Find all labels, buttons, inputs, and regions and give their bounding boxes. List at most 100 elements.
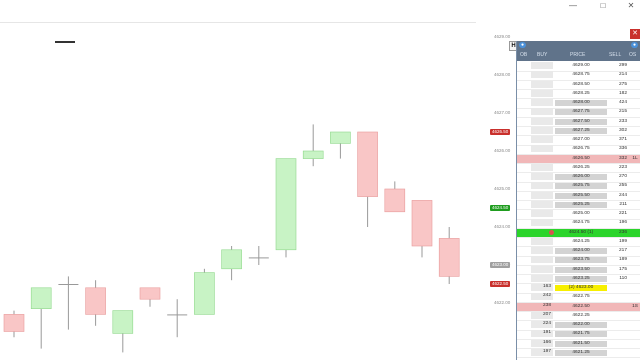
ladder-row[interactable]: 4623.25 110 bbox=[517, 274, 640, 285]
sell-cell[interactable]: 255 bbox=[607, 183, 627, 189]
candle[interactable] bbox=[30, 287, 52, 349]
candle[interactable] bbox=[3, 310, 25, 338]
ladder-row[interactable]: 238 4622.50 1S bbox=[517, 302, 640, 313]
buy-cell[interactable] bbox=[531, 191, 553, 199]
sell-cell[interactable]: 223 bbox=[607, 165, 627, 171]
buy-cell[interactable] bbox=[531, 136, 553, 143]
buy-cell[interactable] bbox=[531, 155, 553, 162]
price-axis[interactable]: 4629.00 4628.00 4627.00 4626.00 4625.00 4624.… bbox=[490, 30, 516, 360]
sell-cell[interactable]: 221 bbox=[607, 211, 627, 217]
buy-cell[interactable] bbox=[531, 247, 553, 254]
buy-cell[interactable] bbox=[531, 108, 553, 116]
buy-cell[interactable]: 238 bbox=[531, 303, 553, 310]
ladder-row[interactable]: 4629.00 299 bbox=[517, 62, 640, 72]
candle[interactable] bbox=[384, 181, 406, 213]
candle[interactable] bbox=[330, 131, 351, 159]
ladder-row[interactable]: 4624.75 196 bbox=[517, 219, 640, 229]
buy-cell[interactable] bbox=[531, 173, 553, 180]
buy-cell[interactable]: 191 bbox=[531, 330, 553, 338]
ladder-row[interactable]: 4626.00 270 bbox=[517, 173, 640, 183]
sell-cell[interactable]: 196 bbox=[607, 220, 627, 226]
ladder-row[interactable]: 4628.50 275 bbox=[517, 80, 640, 91]
candlestick-chart[interactable] bbox=[0, 30, 490, 360]
ladder-row[interactable]: 224 4622.00 bbox=[517, 321, 640, 331]
ladder-row[interactable]: 4623.50 175 bbox=[517, 265, 640, 276]
buy-cell[interactable] bbox=[531, 80, 553, 88]
sell-cell[interactable]: 175 bbox=[607, 267, 627, 273]
ladder-row[interactable]: 166 4621.50 bbox=[517, 339, 640, 350]
buy-cell[interactable] bbox=[531, 71, 553, 79]
buy-cell[interactable]: 242 bbox=[531, 293, 553, 301]
buy-cell[interactable] bbox=[531, 265, 553, 273]
ladder-row[interactable]: 4624.50 (1) 236 bbox=[517, 228, 640, 239]
sell-cell[interactable]: 189 bbox=[607, 257, 627, 263]
candle[interactable] bbox=[248, 246, 269, 265]
candle[interactable] bbox=[58, 276, 79, 330]
sell-cell[interactable]: 332 bbox=[607, 156, 627, 162]
buy-cell[interactable] bbox=[531, 117, 553, 125]
buy-cell[interactable] bbox=[531, 237, 553, 245]
candle[interactable] bbox=[85, 280, 106, 326]
sell-cell[interactable]: 275 bbox=[607, 82, 627, 88]
sell-cell[interactable]: 214 bbox=[607, 72, 627, 78]
buy-cell[interactable]: 163 bbox=[531, 284, 553, 291]
price-ladder[interactable]: ● ● OB BUY PRICE SELL OS 4629.00 299 4628.… bbox=[516, 41, 640, 360]
sell-cell[interactable]: 182 bbox=[607, 91, 627, 97]
ladder-row[interactable]: 4628.75 214 bbox=[517, 71, 640, 81]
ladder-row[interactable]: 207 4622.25 bbox=[517, 311, 640, 322]
candle[interactable] bbox=[302, 124, 324, 167]
ladder-row[interactable]: 4626.50 332 1L bbox=[517, 154, 640, 165]
buy-cell[interactable] bbox=[531, 182, 553, 190]
sell-cell[interactable]: 233 bbox=[607, 119, 627, 125]
close-window-button[interactable]: ✕ bbox=[624, 1, 638, 11]
candle[interactable] bbox=[275, 158, 297, 258]
candle[interactable] bbox=[357, 131, 378, 227]
ladder-row[interactable]: 4624.25 199 bbox=[517, 237, 640, 248]
buy-cell[interactable] bbox=[531, 210, 553, 217]
buy-cell[interactable] bbox=[531, 126, 553, 134]
buy-cell[interactable] bbox=[531, 274, 553, 282]
sell-cell[interactable]: 336 bbox=[607, 146, 627, 152]
buy-cell[interactable] bbox=[531, 163, 553, 171]
ladder-row[interactable]: 4626.25 223 bbox=[517, 163, 640, 174]
sell-cell[interactable]: 302 bbox=[607, 128, 627, 134]
buy-cell[interactable] bbox=[531, 62, 553, 69]
ladder-row[interactable]: 197 4621.25 bbox=[517, 348, 640, 359]
candle[interactable] bbox=[194, 268, 215, 315]
ladder-row[interactable]: 4625.00 221 bbox=[517, 210, 640, 220]
buy-cell[interactable] bbox=[531, 200, 553, 208]
ladder-row[interactable]: 4627.25 302 bbox=[517, 126, 640, 137]
ladder-row[interactable]: 191 4621.75 bbox=[517, 330, 640, 340]
sell-cell[interactable]: 244 bbox=[607, 193, 627, 199]
ladder-row[interactable]: 163 (2) 4623.00 bbox=[517, 284, 640, 294]
maximize-button[interactable]: □ bbox=[596, 1, 610, 11]
ladder-row[interactable]: 242 4622.75 bbox=[517, 293, 640, 303]
sell-cell[interactable]: 371 bbox=[607, 137, 627, 143]
close-ladder-icon[interactable]: ✕ bbox=[630, 29, 640, 39]
ladder-row[interactable]: 4623.75 189 bbox=[517, 256, 640, 266]
sell-cell[interactable]: 217 bbox=[607, 248, 627, 254]
sell-cell[interactable]: 211 bbox=[607, 202, 627, 208]
candle[interactable] bbox=[411, 200, 433, 258]
candle[interactable] bbox=[438, 227, 460, 284]
minimize-button[interactable]: — bbox=[566, 1, 580, 11]
ladder-row[interactable]: 4628.00 424 bbox=[517, 99, 640, 109]
sell-cell[interactable]: 299 bbox=[607, 63, 627, 69]
buy-cell[interactable]: 166 bbox=[531, 339, 553, 347]
buy-cell[interactable] bbox=[531, 256, 553, 264]
candle[interactable] bbox=[221, 246, 242, 281]
buy-cell[interactable] bbox=[531, 219, 553, 227]
buy-cell[interactable] bbox=[531, 99, 553, 106]
sell-cell[interactable]: 270 bbox=[607, 174, 627, 180]
ladder-row[interactable]: 4627.00 371 bbox=[517, 136, 640, 146]
candle[interactable] bbox=[112, 310, 134, 353]
candle[interactable] bbox=[167, 299, 188, 338]
ladder-settings-icon[interactable]: ● bbox=[519, 42, 526, 48]
sell-cell[interactable]: 215 bbox=[607, 109, 627, 115]
sell-cell[interactable]: 236 bbox=[607, 230, 627, 236]
buy-cell[interactable] bbox=[531, 89, 553, 97]
ladder-row[interactable]: 4625.50 244 bbox=[517, 191, 640, 202]
ladder-row[interactable]: 4625.25 211 bbox=[517, 200, 640, 211]
ladder-row[interactable]: 4627.75 215 bbox=[517, 108, 640, 118]
ladder-row[interactable]: 4625.75 255 bbox=[517, 182, 640, 192]
